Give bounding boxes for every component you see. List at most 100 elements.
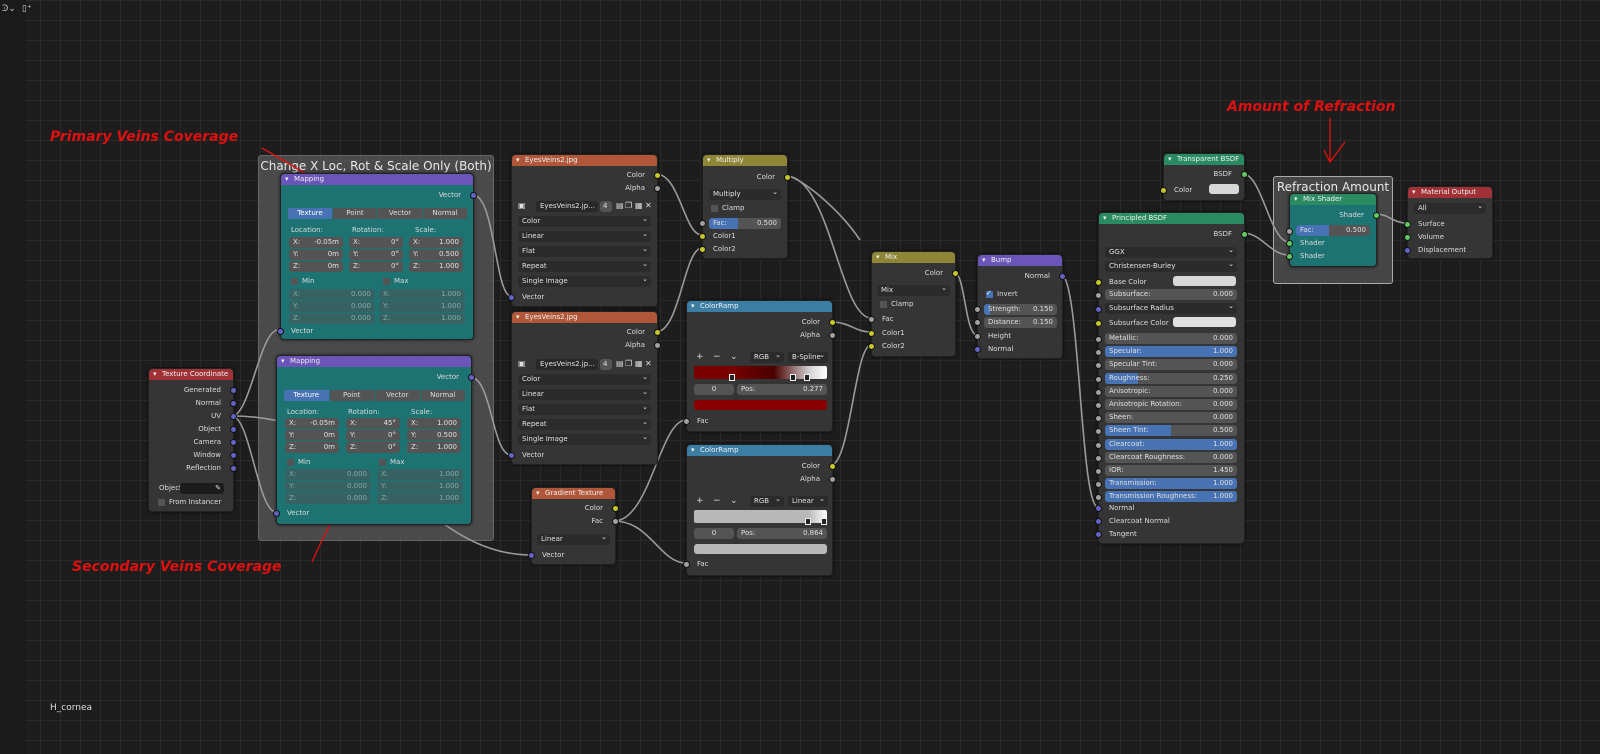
mapping1-scale-y[interactable]: Y: 0.500 [409,249,463,260]
principled-header[interactable]: Principled BSDF [1099,213,1244,224]
mapping2-loc-y[interactable]: Y: 0m [285,430,339,441]
image1-users-count[interactable]: 4 [600,201,612,212]
mapping1-min-y[interactable]: Y: 0.000 [289,301,375,312]
open-image-icon[interactable]: ▦ [635,359,643,368]
socket-generated[interactable] [230,387,237,394]
gradient-vector-socket[interactable] [528,552,535,559]
socket-camera[interactable] [230,439,237,446]
principled-param-field[interactable]: Metallic: 0.000 [1105,333,1237,344]
image1-alpha-socket[interactable] [654,185,661,192]
mapping1-in-socket[interactable] [277,328,284,335]
ramp-options-icon[interactable]: ⌄ [730,496,738,506]
multiply-header[interactable]: Multiply [703,155,787,166]
mix-out-socket[interactable] [952,270,959,277]
mapping1-type-tabs[interactable]: Texture Point Vector Normal [288,208,468,219]
mapping2-rot-z[interactable]: Z: 0° [346,442,400,453]
mapping1-max-z[interactable]: Z: 1.000 [379,313,465,324]
mapping2-scale-y[interactable]: Y: 0.500 [407,430,461,441]
object-field[interactable]: ✎ [180,483,224,494]
subsurface-radius-field[interactable]: Subsurface Radius [1105,303,1237,314]
colorramp1-alpha-socket[interactable] [829,332,836,339]
mapping1-loc-x[interactable]: X: -0.05m [289,237,343,248]
mapping1-scale-x[interactable]: X: 1.000 [409,237,463,248]
transparent-bsdf-node[interactable]: Transparent BSDF BSDF Color [1160,153,1248,201]
material-output-header[interactable]: Material Output [1408,187,1492,198]
multiply-color2-socket[interactable] [699,246,706,253]
mapping2-out-socket[interactable] [468,374,475,381]
subsurface-radius-socket[interactable] [1095,306,1102,313]
image-browse-icon[interactable]: ▣ [518,201,526,210]
output-surface-socket[interactable] [1404,221,1411,228]
colorramp-node-1[interactable]: ColorRamp Color Alpha + − ⌄ RGB B-Spline… [683,300,836,432]
multiply-clamp-checkbox[interactable] [711,205,718,212]
gradient-color-socket[interactable] [612,505,619,512]
mapping1-rot-z[interactable]: Z: 0° [349,261,403,272]
image1-color-socket[interactable] [654,172,661,179]
bump-height-socket[interactable] [974,333,981,340]
mapping2-min-z[interactable]: Z: 0.000 [285,493,371,504]
principled-clearcoat-normal-socket[interactable] [1095,518,1102,525]
image1-projection-select[interactable]: Flat [518,246,651,257]
ramp-stop-marker[interactable] [790,374,796,381]
principled-param-socket[interactable] [1095,454,1102,462]
tab-vector[interactable]: Vector [378,208,422,219]
image2-source-select[interactable]: Single Image [518,434,651,445]
mix-shader-shader2-socket[interactable] [1286,253,1293,260]
principled-tangent-socket[interactable] [1095,531,1102,538]
colorramp1-fac-socket[interactable] [683,418,690,425]
principled-param-field[interactable]: Clearcoat Roughness: 0.000 [1105,451,1237,463]
mix-node[interactable]: Mix Color Mix Clamp Fac Color1 Color2 [868,251,959,357]
image1-interpolation-select[interactable]: Linear [518,231,651,242]
multiply-out-socket[interactable] [784,174,791,181]
mix-shader-fac-socket[interactable] [1286,228,1293,235]
colorramp2-color-socket[interactable] [829,463,836,470]
principled-param-field[interactable]: Anisotropic: 0.000 [1105,385,1237,397]
mix-shader-shader1-socket[interactable] [1286,240,1293,247]
add-stop-button[interactable]: + [696,496,704,506]
colorramp1-mode-select[interactable]: RGB [750,352,784,363]
mix-clamp-checkbox[interactable] [880,301,887,308]
principled-bsdf-socket[interactable] [1241,231,1248,238]
open-image-icon[interactable]: ▦ [635,201,643,210]
bump-normal-socket[interactable] [974,346,981,353]
transparent-bsdf-socket[interactable] [1241,171,1248,178]
colorramp2-header[interactable]: ColorRamp [687,445,832,456]
colorramp1-color-swatch[interactable] [694,400,827,410]
socket-uv[interactable] [230,413,237,420]
principled-param-socket[interactable] [1095,494,1102,502]
mapping1-min-x[interactable]: X: 0.000 [289,289,375,300]
principled-param-field[interactable]: Sheen: 0.000 [1105,412,1237,424]
principled-param-field[interactable]: Specular Tint: 0.000 [1105,359,1237,371]
tab-normal[interactable]: Normal [420,390,465,401]
mapping1-out-socket[interactable] [470,192,477,199]
image1-file-field[interactable]: EyesVeins2.jp... [536,201,598,212]
image2-alpha-socket[interactable] [654,342,661,349]
bump-distance-socket[interactable] [974,319,981,326]
tab-texture[interactable]: Texture [288,208,332,219]
multiply-blend-select[interactable]: Multiply [709,189,781,200]
multiply-fac-field[interactable]: Fac: 0.500 [709,218,781,229]
principled-param-socket[interactable] [1095,388,1102,396]
mapping1-rot-x[interactable]: X: 0° [349,237,403,248]
texture-coordinate-header[interactable]: Texture Coordinate [149,369,233,380]
material-output-node[interactable]: Material Output All Surface Volume Displ… [1404,186,1493,259]
image2-color-socket[interactable] [654,329,661,336]
subsurface-socket[interactable] [1095,292,1102,299]
image2-colorspace-select[interactable]: Color [518,374,651,385]
from-instancer-checkbox[interactable] [158,499,165,506]
mapping1-loc-z[interactable]: Z: 0m [289,261,343,272]
principled-param-socket[interactable] [1095,402,1102,409]
ramp-stop-marker[interactable] [821,518,827,525]
mix-shader-header[interactable]: Mix Shader [1290,194,1376,205]
colorramp1-header[interactable]: ColorRamp [687,301,832,312]
tab-vector[interactable]: Vector [375,390,420,401]
colorramp1-pos-field[interactable]: Pos: 0.277 [737,384,827,395]
principled-param-socket[interactable] [1095,336,1102,343]
principled-param-socket[interactable] [1095,362,1102,370]
mapping2-scale-z[interactable]: Z: 1.000 [407,442,461,453]
mapping1-rot-y[interactable]: Y: 0° [349,249,403,260]
fake-user-icon[interactable]: ▤ [616,359,624,368]
mix-blend-select[interactable]: Mix [877,285,950,296]
mapping2-max-z[interactable]: Z: 1.000 [377,493,463,504]
base-color-swatch[interactable] [1173,276,1236,286]
